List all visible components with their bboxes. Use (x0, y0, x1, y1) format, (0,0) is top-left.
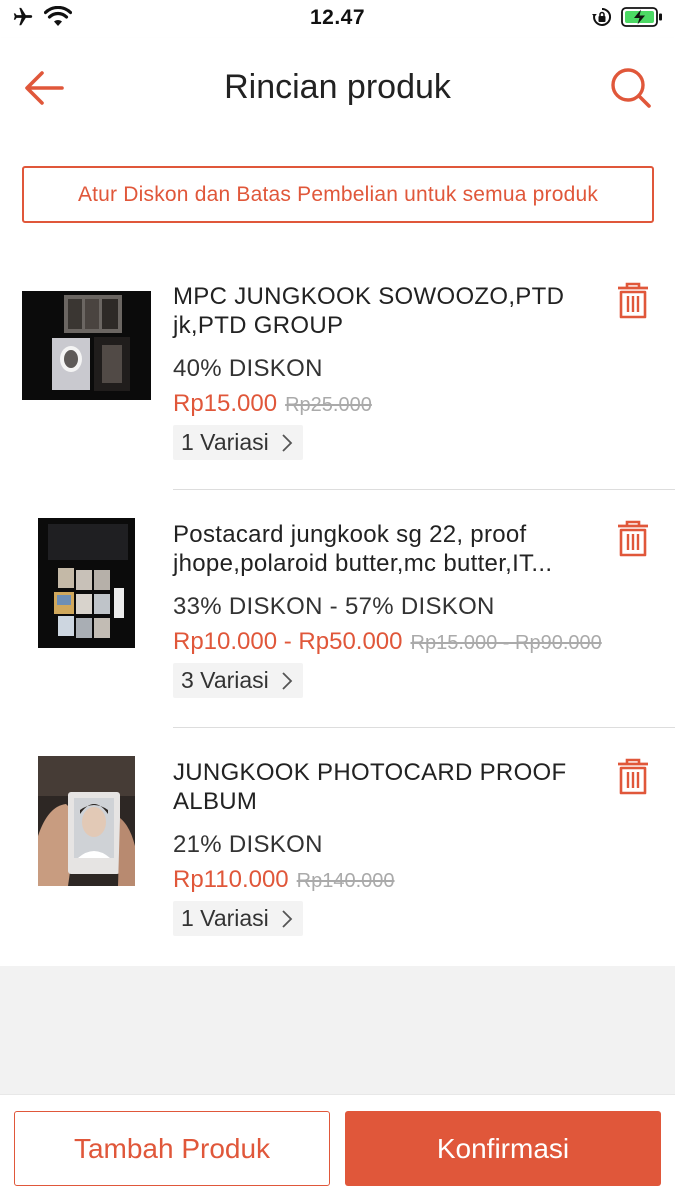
product-discount: 33% DISKON - 57% DISKON (173, 593, 495, 620)
footer-action-bar: Tambah Produk Konfirmasi (0, 1094, 675, 1200)
status-right (591, 6, 663, 28)
variant-selector[interactable]: 1 Variasi (173, 901, 303, 936)
variant-selector[interactable]: 1 Variasi (173, 425, 303, 460)
chevron-right-icon (282, 671, 293, 690)
bulk-discount-button[interactable]: Atur Diskon dan Batas Pembelian untuk se… (22, 166, 654, 223)
product-discount: 21% DISKON (173, 831, 323, 858)
product-original-price: Rp25.000 (285, 394, 372, 416)
product-name: JUNGKOOK PHOTOCARD PROOF ALBUM (173, 759, 567, 815)
product-thumbnail[interactable] (22, 291, 151, 400)
product-original-price: Rp15.000 - Rp90.000 (410, 632, 602, 654)
chevron-right-icon (282, 433, 293, 452)
product-discount: 40% DISKON (173, 355, 323, 382)
orientation-lock-icon (592, 7, 611, 26)
trash-icon (618, 758, 648, 795)
status-time: 12.47 (309, 6, 366, 29)
search-button[interactable] (609, 66, 653, 110)
product-original-price: Rp140.000 (296, 870, 395, 892)
add-product-button[interactable]: Tambah Produk (14, 1111, 330, 1186)
product-price-row: Rp110.000 Rp140.000 (173, 866, 395, 894)
product-name: Postacard jungkook sg 22, proof jhope,po… (173, 521, 553, 577)
delete-button[interactable] (616, 520, 650, 558)
variant-count: 1 Variasi (181, 429, 269, 455)
variant-selector[interactable]: 3 Variasi (173, 663, 303, 698)
product-price: Rp110.000 (173, 866, 289, 893)
confirm-button[interactable]: Konfirmasi (345, 1111, 661, 1186)
trash-icon (618, 520, 648, 557)
page-title: Rincian produk (224, 68, 451, 106)
divider (173, 727, 675, 728)
photocard-image (22, 291, 151, 400)
trash-icon (618, 282, 648, 319)
product-price: Rp10.000 - Rp50.000 (173, 628, 403, 655)
product-thumbnail[interactable] (38, 518, 135, 648)
search-icon (611, 68, 651, 108)
variant-count: 3 Variasi (181, 667, 269, 693)
battery-charging-icon (621, 7, 662, 27)
status-bar: 12.47 (0, 0, 675, 38)
product-thumbnail[interactable] (38, 756, 135, 886)
postcard-image (38, 518, 135, 648)
header: Rincian produk (0, 38, 675, 136)
delete-button[interactable] (616, 758, 650, 796)
product-price-row: Rp10.000 - Rp50.000 Rp15.000 - Rp90.000 (173, 628, 602, 656)
product-list-panel: Atur Diskon dan Batas Pembelian untuk se… (0, 136, 675, 966)
product-name: MPC JUNGKOOK SOWOOZO,PTD jk,PTD GROUP (173, 283, 565, 339)
variant-count: 1 Variasi (181, 905, 269, 931)
delete-button[interactable] (616, 282, 650, 320)
product-price-row: Rp15.000 Rp25.000 (173, 390, 372, 418)
product-price: Rp15.000 (173, 390, 278, 417)
chevron-right-icon (282, 909, 293, 928)
divider (173, 489, 675, 490)
photocard-image (38, 756, 135, 886)
